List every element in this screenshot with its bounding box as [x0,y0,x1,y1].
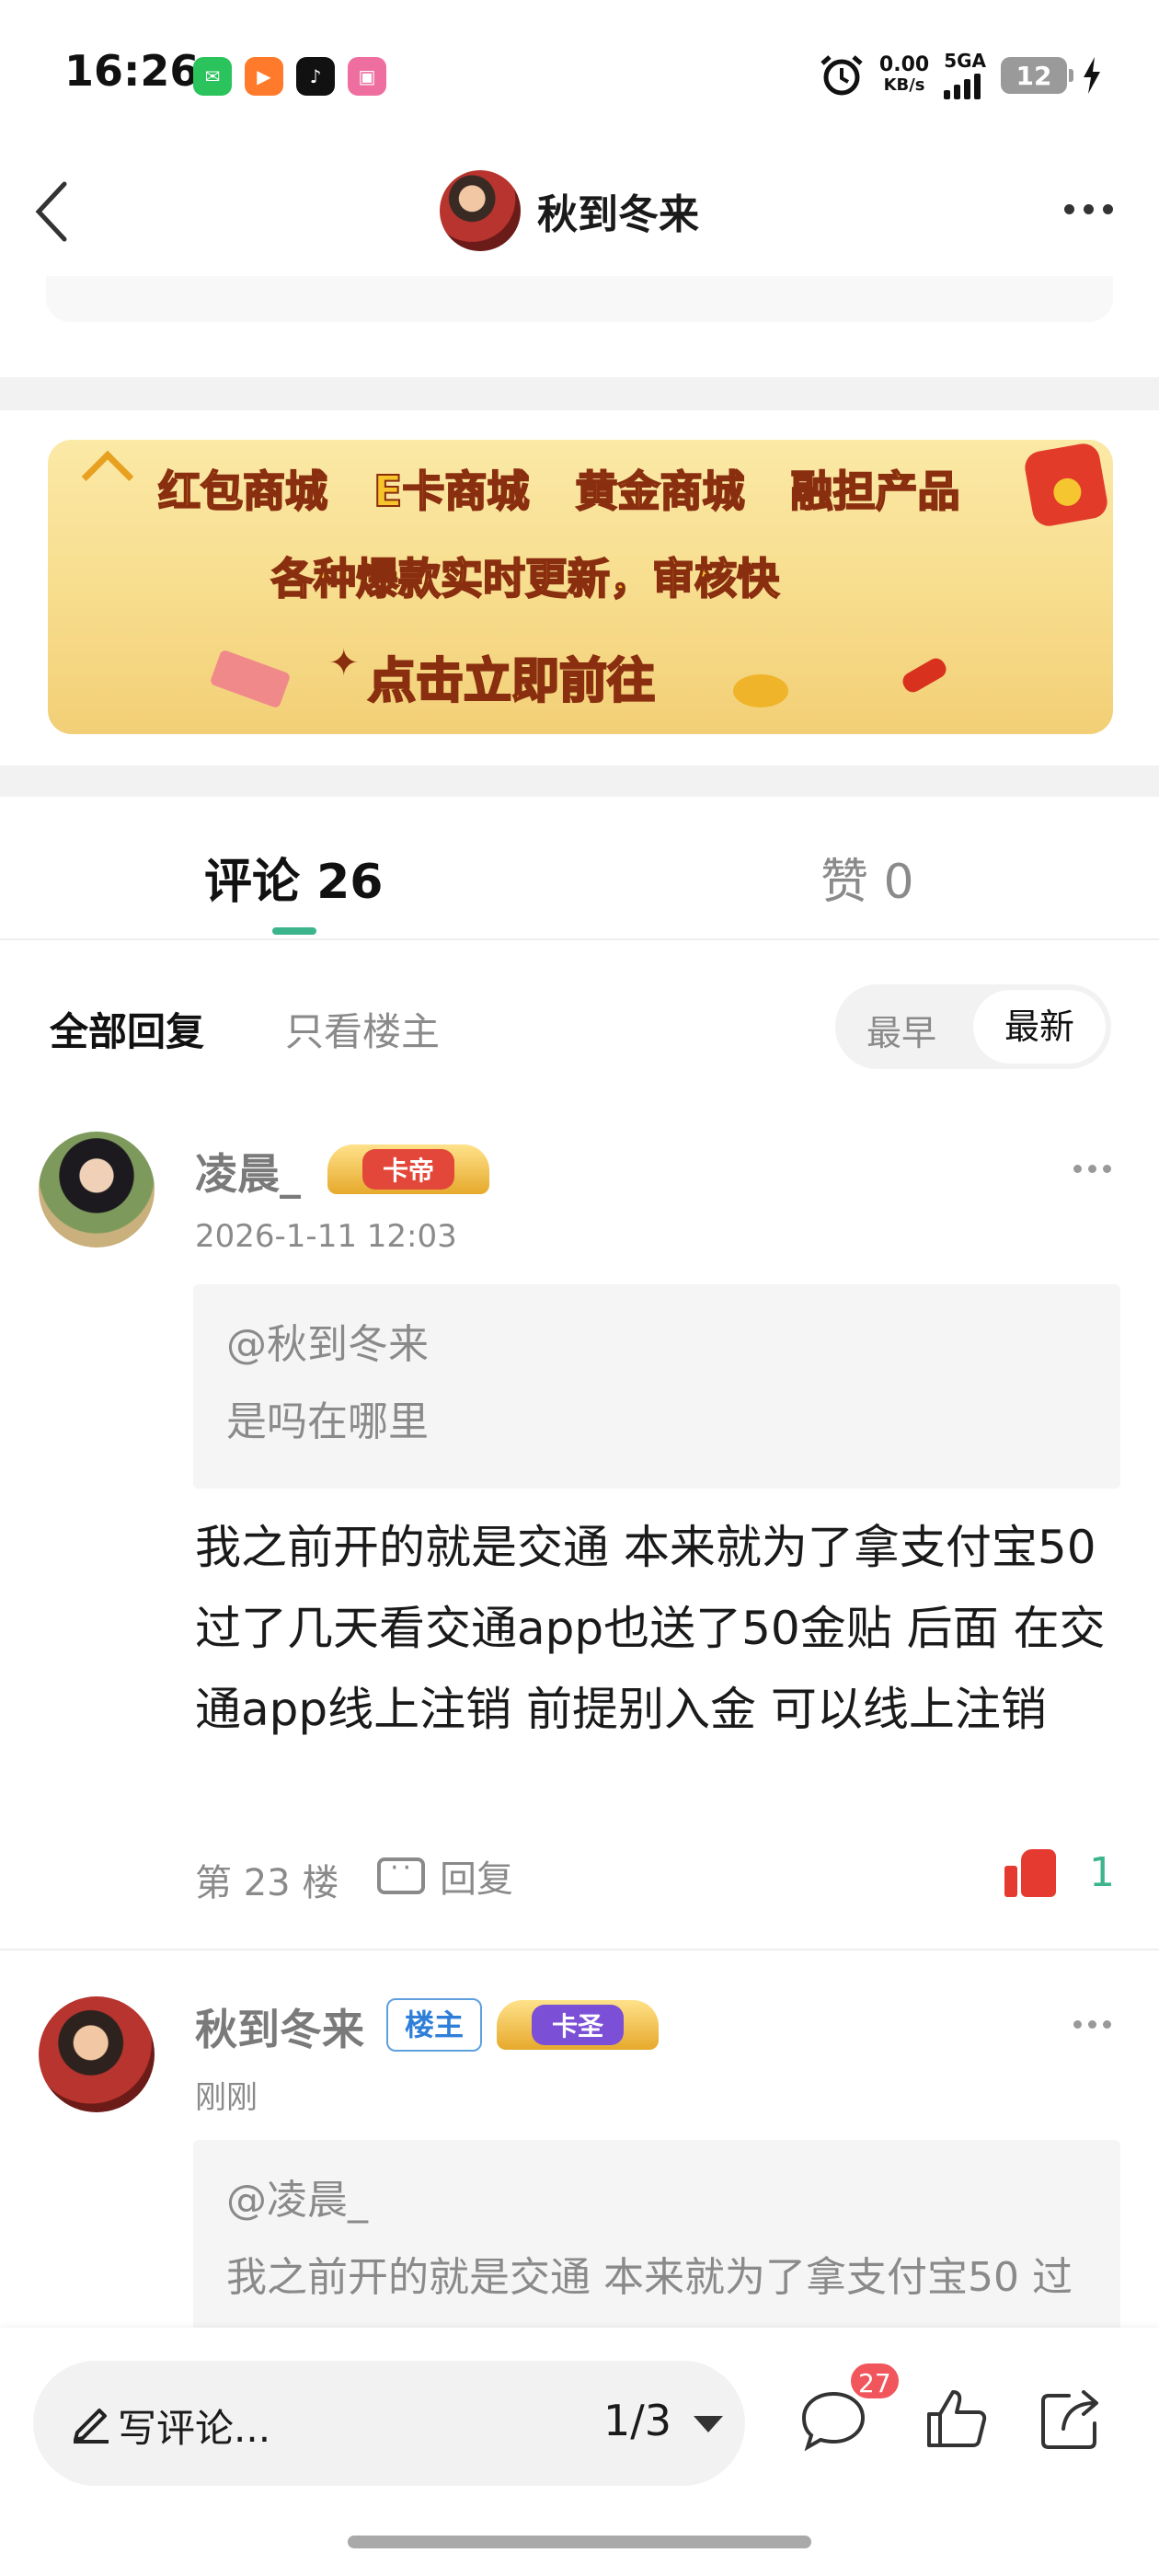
quoted-user: @凌晨_ [226,2177,368,2224]
quoted-text: 我之前开的就是交通 本来就为了拿支付宝50 过了几天看交通app也送了50金贴 … [226,2254,1073,2301]
banner-category: 融担产品 [789,466,960,517]
level-badge: 卡圣 [497,2000,659,2050]
comment-more-icon[interactable] [1073,2020,1111,2029]
avatar[interactable] [39,1996,155,2112]
signal-group: 5GA [944,52,986,99]
header-user[interactable]: 秋到冬来 [440,170,699,251]
back-arrow-icon[interactable] [28,175,83,248]
filter-all-replies[interactable]: 全部回复 [50,1001,204,1057]
reply-icon [377,1852,425,1894]
badge-label: 卡帝 [361,1149,454,1190]
reply-button[interactable]: 回复 [377,1849,513,1903]
quoted-text: 是吗在哪里 [226,1398,429,1445]
level-badge: 卡帝 [327,1144,489,1194]
battery-icon: 12 [1001,57,1073,94]
comment-item: 秋到冬来 楼主 卡圣 刚刚 @凌晨_ 我之前开的就是交通 本来就为了拿支付宝50… [0,1987,1159,2328]
banner-category: 红包商城 [157,466,328,517]
write-comment-placeholder: 写评论... [118,2406,271,2451]
comment-tabs: 评论 26 赞 0 [0,797,1159,940]
status-right: 0.00 KB/s 5GA 12 [819,52,1102,99]
charging-icon [1084,57,1100,94]
caret-down-icon[interactable] [694,2416,723,2432]
comment-more-icon[interactable] [1073,1165,1111,1173]
kuaishou-icon: ▶ [245,57,283,96]
badge-label: 卡圣 [531,2005,624,2045]
page-indicator[interactable]: 1/3 [603,2396,671,2445]
avatar[interactable] [39,1132,155,1248]
quoted-user: @秋到冬来 [226,1321,429,1368]
share-icon[interactable] [1036,2385,1106,2455]
signal-bars-icon [944,70,981,99]
thumbs-up-outline-icon[interactable] [922,2385,992,2455]
sort-toggle: 最早 最新 [835,984,1111,1069]
battery-level: 12 [1016,60,1052,91]
floor-number: 第 23 楼 [195,1862,339,1904]
red-envelope-mascot-icon [1022,441,1110,529]
banner-categories: 红包商城 E卡商城 黄金商城 融担产品 [157,458,960,519]
bilibili-icon: ▣ [348,57,386,96]
network-type: 5GA [944,50,986,72]
sparkle-decoration [81,450,134,503]
banner-category: 黄金商城 [574,466,745,517]
like-button[interactable]: 1 [1004,1847,1115,1897]
reply-filter: 全部回复 只看楼主 最早 最新 [0,984,1159,1073]
top-nav: 秋到冬来 [0,147,1159,276]
status-time: 16:26 [64,46,200,96]
promo-banner[interactable]: 红包商城 E卡商城 黄金商城 融担产品 各种爆款实时更新，审核快 ✦ 点击立即前… [48,440,1113,734]
thumbs-up-icon [1004,1847,1056,1897]
wechat-icon: ✉ [193,57,232,96]
comment-username[interactable]: 凌晨_ [195,1141,301,1202]
home-indicator[interactable] [348,2536,811,2548]
active-tab-indicator [272,927,316,935]
coin-decoration [733,674,788,707]
section-divider [0,377,1159,410]
banner-cta[interactable]: 点击立即前往 [48,642,1113,711]
like-count: 1 [1089,1848,1115,1896]
write-comment-input[interactable]: 写评论... 1/3 [33,2361,745,2486]
avatar[interactable] [440,170,521,251]
comment-time: 刚刚 [195,2079,258,2116]
post-card-bottom [46,276,1113,322]
sort-earliest[interactable]: 最早 [866,1005,936,1055]
comment-username[interactable]: 秋到冬来 [195,1996,364,2057]
alarm-icon [820,55,863,96]
more-options-icon[interactable] [1064,204,1113,214]
douyin-icon: ♪ [296,57,335,96]
comment-time: 2026-1-11 12:03 [195,1218,457,1255]
comment-body: 我之前开的就是交通 本来就为了拿支付宝50 过了几天看交通app也送了50金贴 … [195,1521,1106,1736]
comment-divider [0,1949,1159,1950]
comment-count-badge: 27 [848,2361,901,2401]
section-divider [0,765,1159,797]
quoted-reply: @秋到冬来 是吗在哪里 [193,1284,1120,1489]
status-bar: 16:26 ✉ ▶ ♪ ▣ 0.00 KB/s 5GA 12 [0,0,1159,147]
filter-owner-only[interactable]: 只看楼主 [285,1001,440,1057]
status-app-icons: ✉ ▶ ♪ ▣ [193,57,386,96]
net-speed: 0.00 KB/s [878,53,930,96]
banner-category: E卡商城 [373,466,530,517]
sort-latest[interactable]: 最新 [973,990,1106,1064]
owner-badge: 楼主 [386,1998,483,2052]
pen-icon [74,2409,109,2444]
page-title: 秋到冬来 [537,191,699,238]
quoted-reply: @凌晨_ 我之前开的就是交通 本来就为了拿支付宝50 过了几天看交通app也送了… [193,2140,1120,2328]
reply-label: 回复 [440,1858,513,1901]
tab-comments[interactable]: 评论 26 [204,843,383,912]
banner-subtitle: 各种爆款实时更新，审核快 [270,553,780,604]
tab-likes[interactable]: 赞 0 [820,843,914,912]
